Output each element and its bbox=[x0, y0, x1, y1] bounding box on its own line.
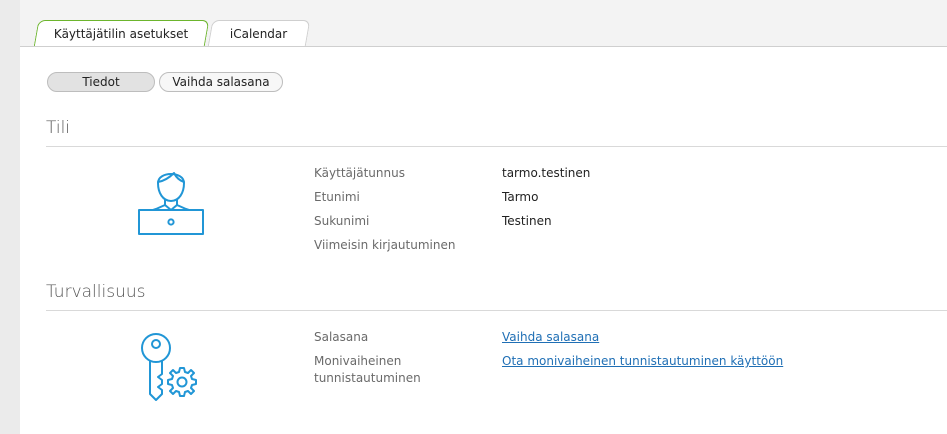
security-section-title: Turvallisuus bbox=[46, 282, 146, 302]
subtab-change-password[interactable]: Vaihda salasana bbox=[159, 72, 283, 92]
last-login-label: Viimeisin kirjautuminen bbox=[314, 238, 456, 252]
firstname-value: Tarmo bbox=[502, 190, 539, 204]
password-label: Salasana bbox=[314, 330, 369, 344]
username-value: tarmo.testinen bbox=[502, 166, 591, 180]
lastname-value: Testinen bbox=[502, 214, 552, 228]
subtab-info[interactable]: Tiedot bbox=[47, 72, 155, 92]
account-section-title: Tili bbox=[46, 118, 71, 138]
tab-account-settings-label: Käyttäjätilin asetukset bbox=[54, 27, 189, 41]
firstname-label: Etunimi bbox=[314, 190, 360, 204]
user-laptop-icon bbox=[138, 172, 204, 235]
tab-account-settings[interactable]: Käyttäjätilin asetukset bbox=[33, 20, 210, 47]
change-password-link[interactable]: Vaihda salasana bbox=[502, 329, 599, 346]
account-section-divider bbox=[46, 146, 947, 147]
tab-divider bbox=[20, 46, 947, 47]
lastname-label: Sukunimi bbox=[314, 214, 370, 228]
key-gear-icon bbox=[141, 333, 197, 401]
mfa-label-line1: Monivaiheinen bbox=[314, 354, 402, 368]
username-label: Käyttäjätunnus bbox=[314, 166, 405, 180]
enable-mfa-link[interactable]: Ota monivaiheinen tunnistautuminen käytt… bbox=[502, 353, 783, 370]
security-section-divider bbox=[46, 310, 947, 311]
tab-icalendar-label: iCalendar bbox=[230, 27, 288, 41]
tab-icalendar[interactable]: iCalendar bbox=[207, 20, 311, 47]
mfa-label-line2: tunnistautuminen bbox=[314, 371, 421, 385]
